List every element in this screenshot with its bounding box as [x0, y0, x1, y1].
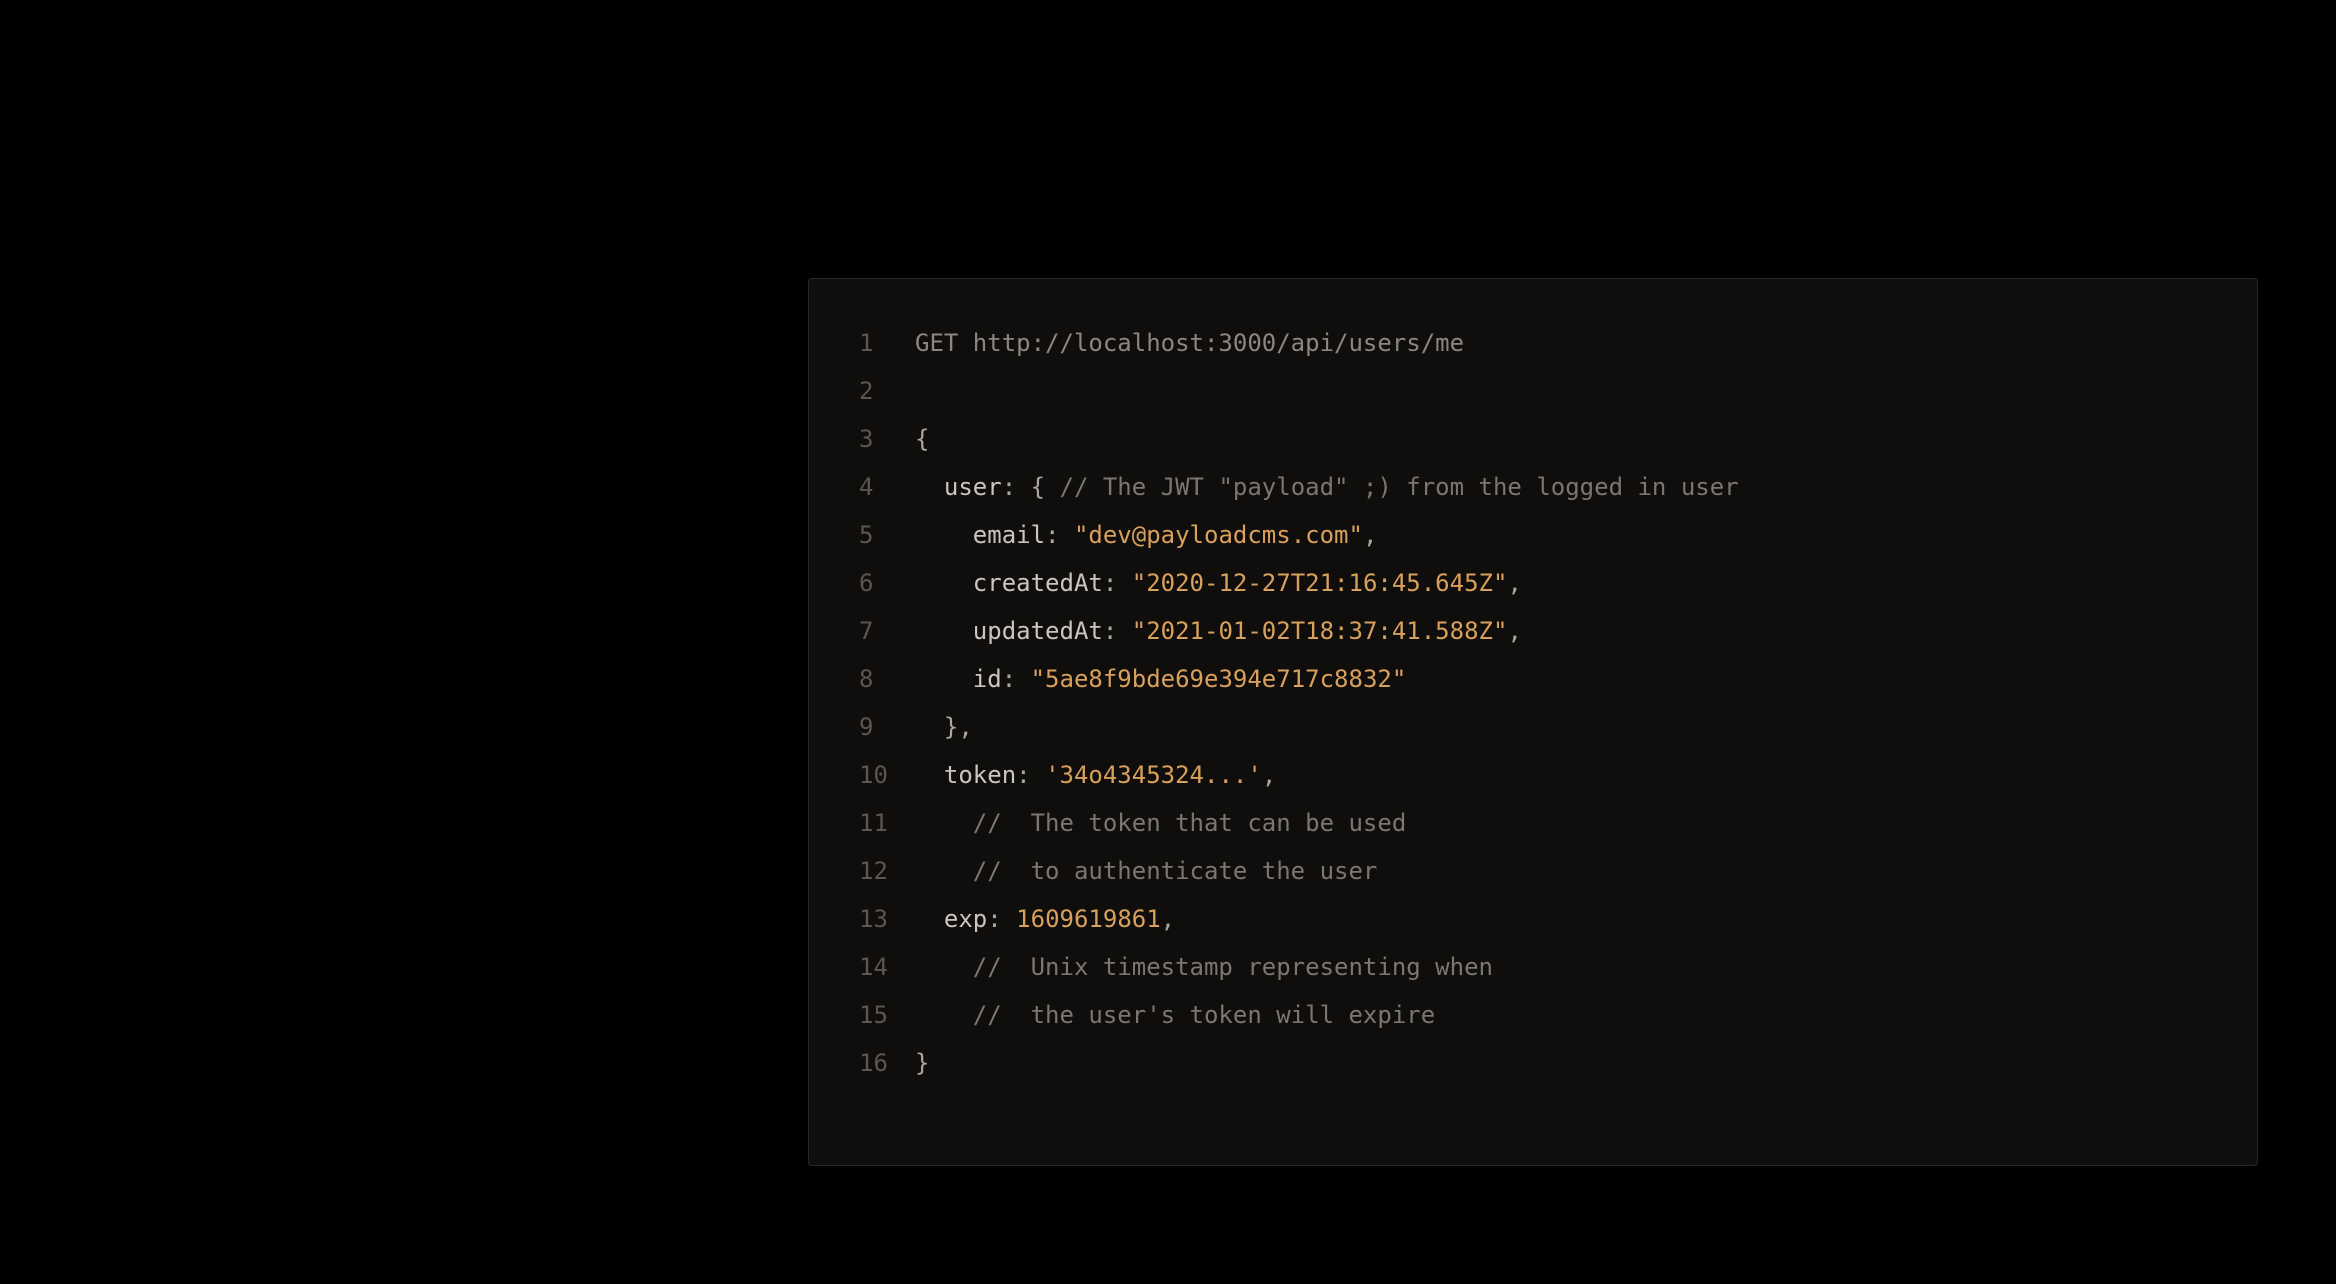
line-number: 5	[859, 511, 915, 559]
code-line-12: 12 // to authenticate the user	[859, 847, 2207, 895]
code-line-7: 7 updatedAt: "2021-01-02T18:37:41.588Z",	[859, 607, 2207, 655]
code-line-4: 4 user: { // The JWT "payload" ;) from t…	[859, 463, 2207, 511]
user-line: user: { // The JWT "payload" ;) from the…	[915, 463, 1739, 511]
token-comment-2: // to authenticate the user	[915, 847, 1377, 895]
code-line-15: 15 // the user's token will expire	[859, 991, 2207, 1039]
line-number: 3	[859, 415, 915, 463]
line-number: 1	[859, 319, 915, 367]
line-number: 2	[859, 367, 915, 415]
code-line-5: 5 email: "dev@payloadcms.com",	[859, 511, 2207, 559]
updatedat-line: updatedAt: "2021-01-02T18:37:41.588Z",	[915, 607, 1522, 655]
code-line-14: 14 // Unix timestamp representing when	[859, 943, 2207, 991]
line-number: 9	[859, 703, 915, 751]
code-line-13: 13 exp: 1609619861,	[859, 895, 2207, 943]
code-line-11: 11 // The token that can be used	[859, 799, 2207, 847]
line-number: 10	[859, 751, 915, 799]
line-number: 14	[859, 943, 915, 991]
code-line-6: 6 createdAt: "2020-12-27T21:16:45.645Z",	[859, 559, 2207, 607]
brace-open: {	[915, 415, 929, 463]
line-number: 11	[859, 799, 915, 847]
exp-comment-1: // Unix timestamp representing when	[915, 943, 1493, 991]
code-line-3: 3 {	[859, 415, 2207, 463]
createdat-line: createdAt: "2020-12-27T21:16:45.645Z",	[915, 559, 1522, 607]
email-line: email: "dev@payloadcms.com",	[915, 511, 1377, 559]
token-comment-1: // The token that can be used	[915, 799, 1406, 847]
request-line: GET http://localhost:3000/api/users/me	[915, 319, 1464, 367]
line-number: 16	[859, 1039, 915, 1087]
exp-line: exp: 1609619861,	[915, 895, 1175, 943]
user-close-line: },	[915, 703, 973, 751]
code-line-8: 8 id: "5ae8f9bde69e394e717c8832"	[859, 655, 2207, 703]
token-line: token: '34o4345324...',	[915, 751, 1276, 799]
line-number: 7	[859, 607, 915, 655]
line-number: 13	[859, 895, 915, 943]
code-panel: 1 GET http://localhost:3000/api/users/me…	[808, 278, 2258, 1166]
exp-comment-2: // the user's token will expire	[915, 991, 1435, 1039]
line-number: 4	[859, 463, 915, 511]
brace-close: }	[915, 1039, 929, 1087]
code-line-10: 10 token: '34o4345324...',	[859, 751, 2207, 799]
code-line-1: 1 GET http://localhost:3000/api/users/me	[859, 319, 2207, 367]
line-number: 8	[859, 655, 915, 703]
id-line: id: "5ae8f9bde69e394e717c8832"	[915, 655, 1406, 703]
line-number: 15	[859, 991, 915, 1039]
line-number: 6	[859, 559, 915, 607]
line-number: 12	[859, 847, 915, 895]
code-line-2: 2	[859, 367, 2207, 415]
code-line-16: 16 }	[859, 1039, 2207, 1087]
code-line-9: 9 },	[859, 703, 2207, 751]
